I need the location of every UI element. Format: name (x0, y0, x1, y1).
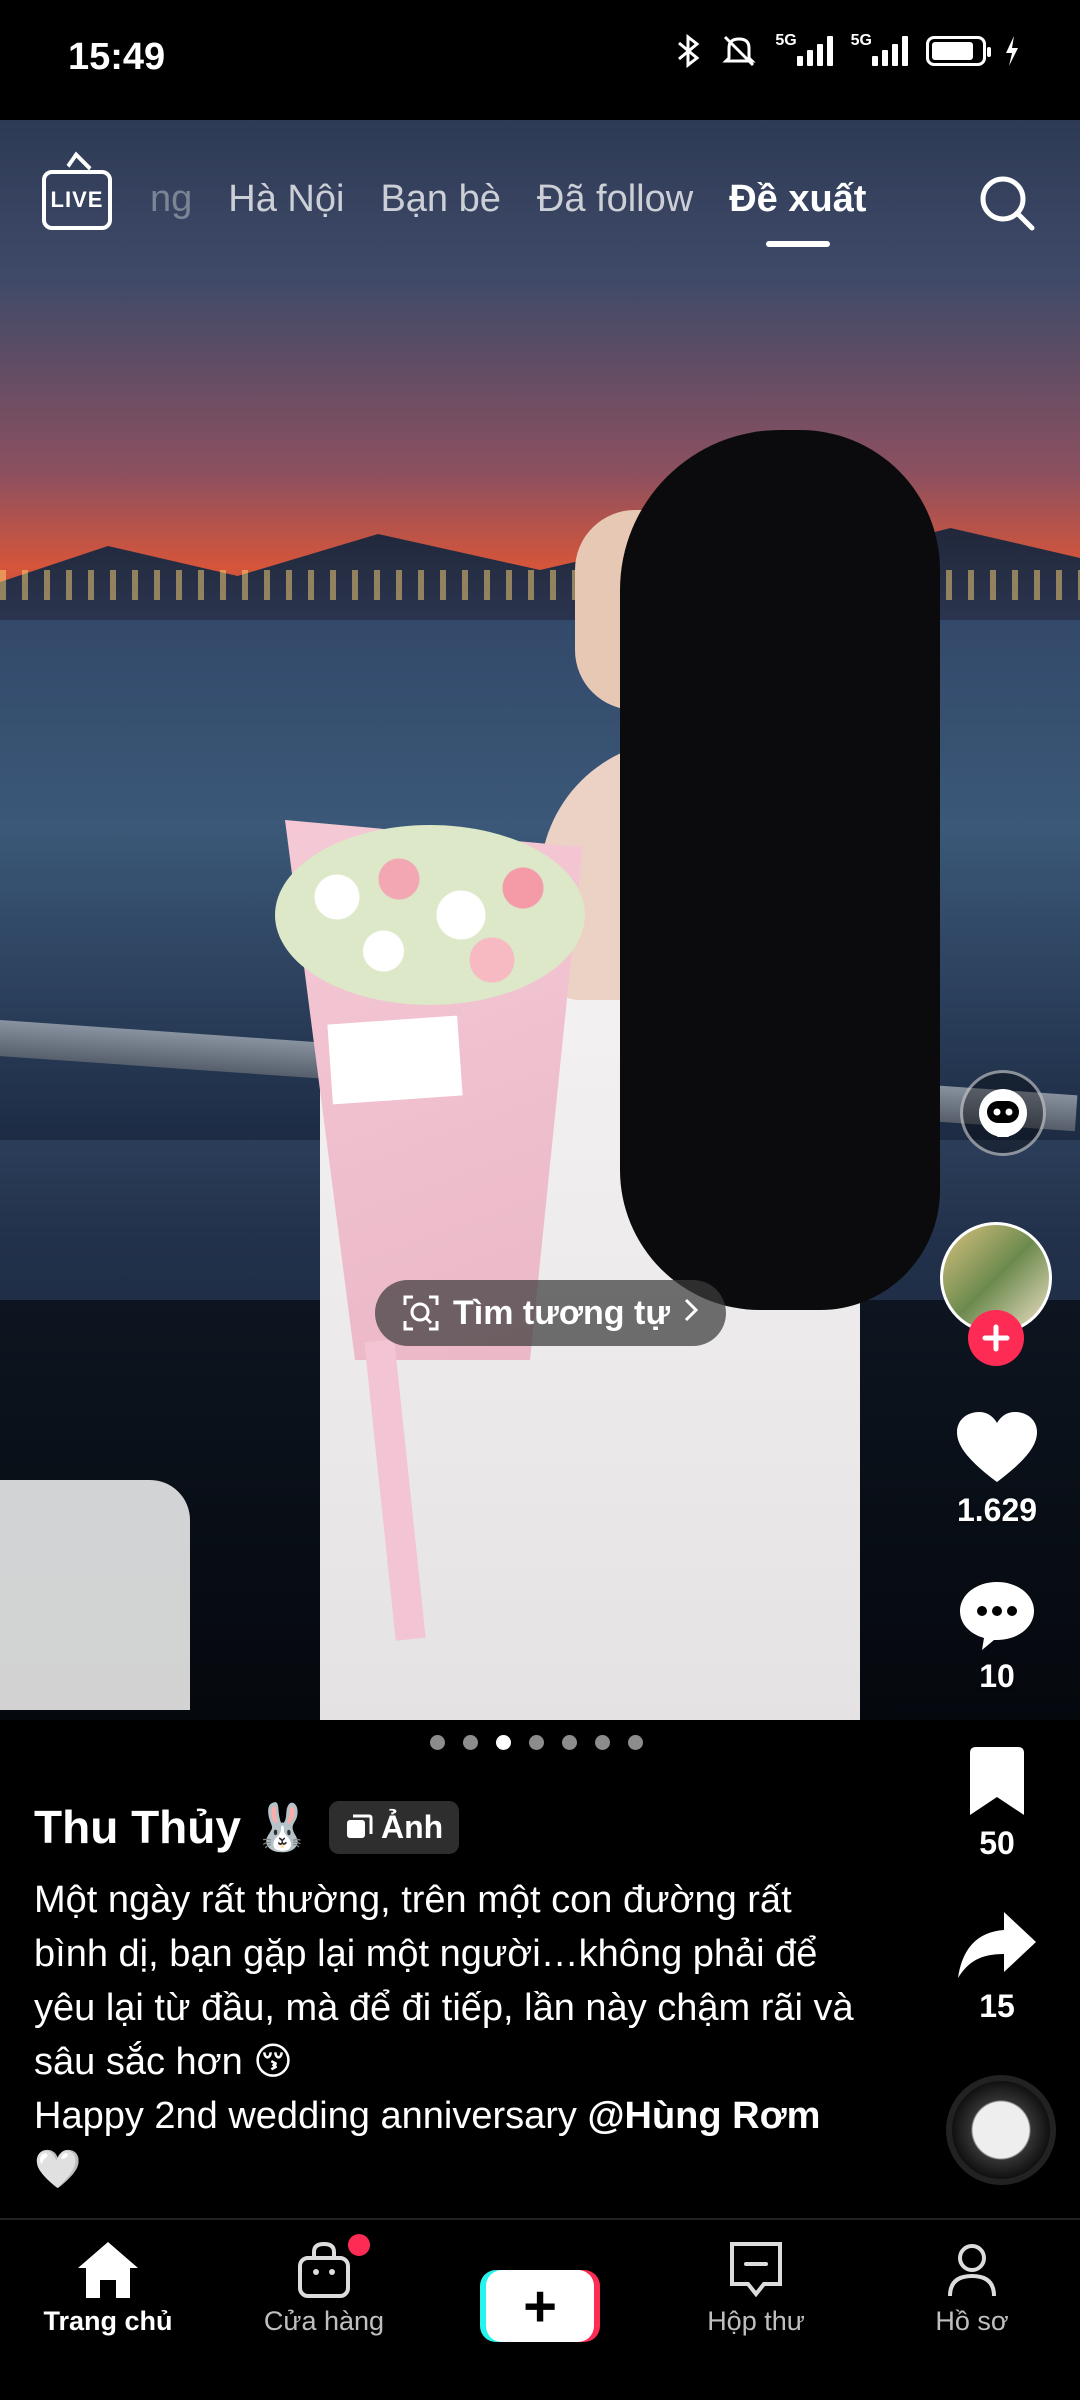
image-search-icon (403, 1295, 439, 1331)
post-photo[interactable] (0, 120, 1080, 1720)
share-count: 15 (979, 1988, 1015, 2024)
photo-badge-icon (347, 1814, 373, 1838)
status-time: 15:49 (68, 36, 166, 78)
like-action[interactable]: 1.629 (932, 1410, 1062, 1529)
follow-button[interactable] (968, 1310, 1024, 1366)
nav-create[interactable]: + (432, 2220, 648, 2400)
chevron-right-icon (682, 1294, 700, 1333)
ai-face-icon (979, 1089, 1027, 1137)
find-similar-label: Tìm tương tự (453, 1293, 670, 1332)
mention-link[interactable]: @Hùng Rơm (587, 2095, 820, 2137)
share-icon (958, 1912, 1036, 1978)
status-bar: 15:49 5G 5G (0, 0, 1080, 120)
carousel-dot (463, 1735, 478, 1750)
top-nav: LIVE ng Hà Nội Bạn bè Đã follow Đề xuất (0, 160, 1080, 250)
comment-action[interactable]: 10 (932, 1578, 1062, 1695)
shop-notification-dot (348, 2234, 370, 2256)
carousel-dot (562, 1735, 577, 1750)
network-type-1: 5G (775, 32, 797, 49)
save-action[interactable]: 50 (932, 1745, 1062, 1862)
carousel-dot (595, 1735, 610, 1750)
photo-card (327, 1015, 463, 1105)
tab-ha-noi[interactable]: Hà Nội (228, 178, 344, 221)
photo-table (0, 1480, 190, 1710)
photo-hair (620, 430, 940, 1310)
tab-following[interactable]: Đã follow (537, 178, 693, 221)
nav-profile-label: Hồ sơ (935, 2306, 1009, 2336)
caption-line-2: Happy 2nd wedding anniversary (34, 2095, 588, 2137)
nav-inbox[interactable]: Hộp thư (648, 2220, 864, 2400)
nav-profile[interactable]: Hồ sơ (864, 2220, 1080, 2400)
heart-icon (957, 1412, 1037, 1482)
nav-inbox-label: Hộp thư (707, 2306, 805, 2336)
comment-icon (960, 1582, 1034, 1650)
search-button[interactable] (976, 172, 1038, 234)
tab-partial[interactable]: ng (150, 178, 192, 221)
create-button[interactable]: + (480, 2270, 600, 2342)
share-action[interactable]: 15 (932, 1910, 1062, 2025)
signal-icon-1: 5G (775, 32, 833, 66)
inbox-icon (730, 2242, 782, 2298)
bottom-nav: Trang chủ Cửa hàng + Hộp thư Hồ sơ (0, 2220, 1080, 2400)
charging-icon (1004, 36, 1020, 66)
caption-text[interactable]: Một ngày rất thường, trên một con đường … (34, 1873, 874, 2197)
carousel-dot (496, 1735, 511, 1750)
nav-home[interactable]: Trang chủ (0, 2220, 216, 2400)
photo-badge: Ảnh (329, 1801, 460, 1854)
signal-icon-2: 5G (850, 32, 908, 66)
feed-tabs: ng Hà Nội Bạn bè Đã follow Đề xuất (150, 178, 866, 247)
carousel-dot (529, 1735, 544, 1750)
nav-shop-label: Cửa hàng (263, 2306, 385, 2336)
battery-fill (932, 42, 973, 60)
battery-icon (926, 36, 991, 66)
photo-flowers (275, 825, 585, 1005)
save-count: 50 (979, 1825, 1015, 1861)
bluetooth-icon (675, 34, 703, 68)
author-name[interactable]: Thu Thủy 🐰 (34, 1800, 311, 1855)
nav-home-label: Trang chủ (43, 2306, 173, 2336)
post-caption: Thu Thủy 🐰 Ảnh Một ngày rất thường, trên… (34, 1800, 874, 2197)
home-icon (78, 2242, 138, 2298)
live-button[interactable]: LIVE (42, 170, 112, 230)
mute-icon (721, 34, 757, 68)
nav-shop[interactable]: Cửa hàng (216, 2220, 432, 2400)
caption-line-1: Một ngày rất thường, trên một con đường … (34, 1879, 854, 2083)
carousel-dot (628, 1735, 643, 1750)
author-row: Thu Thủy 🐰 Ảnh (34, 1800, 874, 1855)
carousel-dot (430, 1735, 445, 1750)
plus-icon (982, 1324, 1010, 1352)
find-similar-button[interactable]: Tìm tương tự (375, 1280, 726, 1346)
ai-assistant-button[interactable] (960, 1070, 1046, 1156)
shopping-bag-icon (298, 2241, 350, 2298)
create-plus-icon: + (486, 2270, 594, 2342)
comment-count: 10 (979, 1658, 1015, 1694)
music-disc[interactable] (946, 2075, 1056, 2185)
search-icon (980, 176, 1035, 231)
live-label: LIVE (50, 187, 104, 212)
profile-icon (948, 2244, 996, 2297)
carousel-dots (430, 1735, 643, 1750)
bookmark-icon (970, 1747, 1024, 1815)
like-count: 1.629 (956, 1492, 1038, 1528)
status-icons: 5G 5G (675, 32, 1020, 68)
network-type-2: 5G (850, 32, 872, 49)
photo-badge-label: Ảnh (381, 1809, 444, 1845)
caption-end: 🤍 (34, 2149, 82, 2191)
tab-for-you[interactable]: Đề xuất (729, 178, 866, 247)
tab-friends[interactable]: Bạn bè (380, 178, 500, 221)
